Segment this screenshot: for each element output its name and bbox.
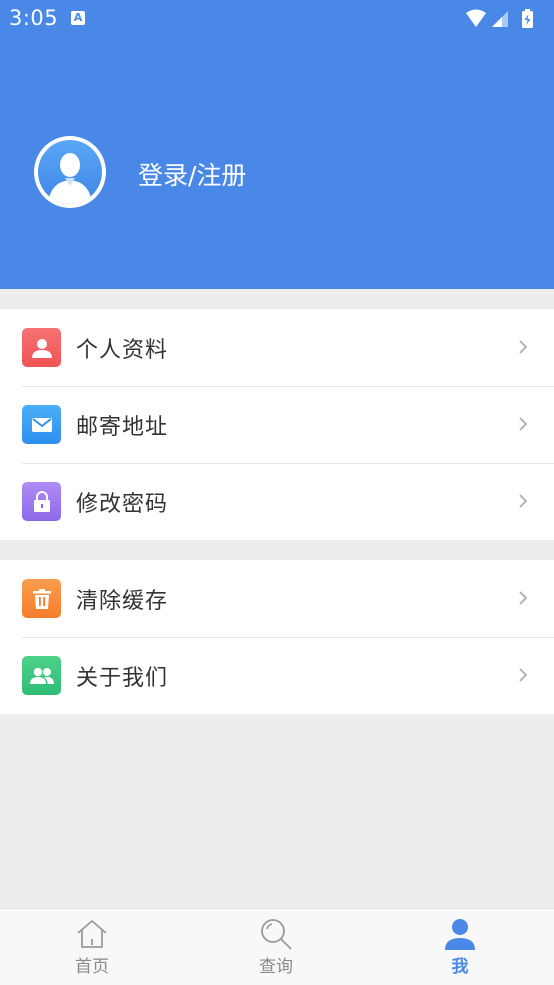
a-icon: A (71, 11, 85, 25)
menu-item-label: 清除缓存 (76, 589, 169, 614)
people-icon (22, 656, 61, 695)
mail-icon (22, 405, 61, 444)
wifi-icon (466, 9, 486, 27)
tab-me[interactable]: 我 (368, 909, 552, 985)
battery-charging-icon (522, 9, 533, 28)
status-icons (464, 8, 544, 30)
tab-home[interactable]: 首页 (0, 909, 184, 985)
menu-group-account: 个人资料 邮寄地址 修改密码 (0, 309, 554, 540)
tab-label: 首页 (75, 957, 109, 977)
search-icon (261, 919, 292, 950)
person-icon (22, 328, 61, 367)
tab-label: 我 (451, 957, 469, 977)
person-icon (445, 919, 475, 950)
lock-icon (22, 482, 61, 521)
menu-item-label: 邮寄地址 (76, 415, 169, 440)
trash-icon (22, 579, 61, 618)
signal-icon (492, 11, 508, 27)
status-bar: 3:05 A (0, 0, 554, 38)
tab-label: 查询 (259, 957, 293, 977)
app-root: 3:05 A 登录/注册 个人资料 邮寄地址 修改密码 清除缓存 关于我们 首页… (0, 0, 554, 985)
menu-group-misc: 清除缓存 关于我们 (0, 560, 554, 714)
menu-item-change-password[interactable]: 修改密码 (0, 463, 554, 540)
home-icon (77, 920, 107, 948)
chevron-right-icon (519, 340, 528, 354)
chevron-right-icon (519, 591, 528, 605)
menu-item-label: 关于我们 (76, 666, 169, 691)
profile-header: 3:05 A 登录/注册 (0, 0, 554, 289)
chevron-right-icon (519, 494, 528, 508)
menu-item-label: 个人资料 (76, 338, 169, 363)
user-avatar-icon[interactable] (34, 136, 106, 208)
menu-item-about-us[interactable]: 关于我们 (0, 637, 554, 714)
chevron-right-icon (519, 417, 528, 431)
chevron-right-icon (519, 668, 528, 682)
login-register-link[interactable]: 登录/注册 (138, 156, 246, 192)
menu-item-mailing-address[interactable]: 邮寄地址 (0, 386, 554, 463)
menu-item-profile[interactable]: 个人资料 (0, 309, 554, 386)
menu-item-label: 修改密码 (76, 492, 169, 517)
status-time: 3:05 (9, 6, 59, 30)
tab-query[interactable]: 查询 (184, 909, 368, 985)
bottom-tab-bar: 首页 查询 我 (0, 908, 554, 985)
menu-item-clear-cache[interactable]: 清除缓存 (0, 560, 554, 637)
